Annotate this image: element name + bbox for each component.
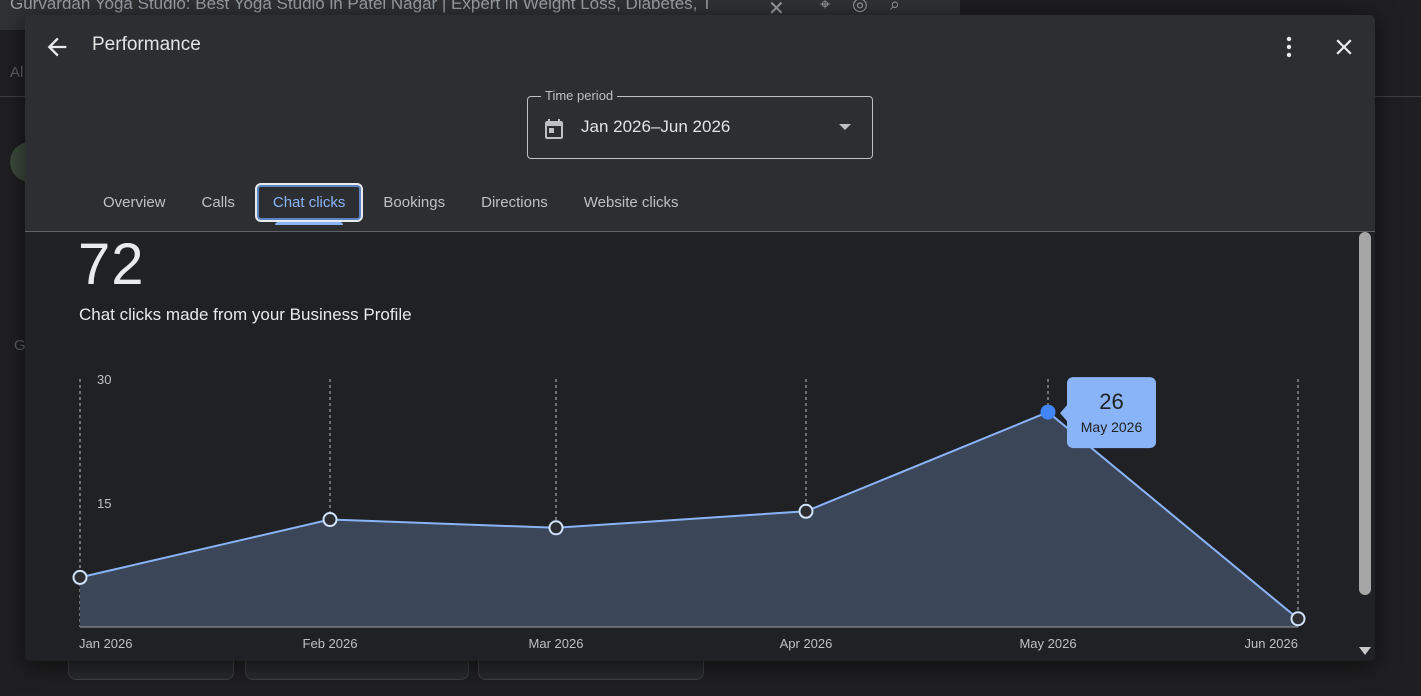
tooltip-label: May 2026 — [1081, 419, 1143, 435]
tab-website-clicks[interactable]: Website clicks — [566, 183, 697, 222]
total-count: 72 — [78, 232, 145, 297]
tab-bookings[interactable]: Bookings — [365, 183, 463, 222]
tab-label: Bookings — [383, 193, 446, 211]
background-label: G — [14, 337, 26, 354]
metric-tabs: Overview Calls Chat clicks Bookings Dire… — [85, 177, 697, 227]
tab-directions[interactable]: Directions — [463, 183, 566, 222]
arrow-back-icon — [47, 37, 67, 57]
x-tick-label: Jun 2026 — [1245, 636, 1299, 651]
y-tick-label: 15 — [97, 496, 111, 511]
chevron-down-icon — [839, 124, 851, 130]
tab-label: Calls — [201, 193, 235, 211]
scrollbar-thumb[interactable] — [1359, 232, 1371, 595]
data-point-apr-2026 — [798, 503, 814, 519]
tab-label: Overview — [103, 193, 166, 211]
background-toolbar-icons: ⌖◎⌕ — [820, 0, 922, 14]
data-point-mar-2026 — [548, 520, 564, 536]
scrollbar[interactable] — [1356, 232, 1375, 661]
tooltip-pointer — [1060, 405, 1067, 422]
tab-label: Chat clicks — [272, 193, 346, 211]
background-label: Al — [10, 64, 24, 81]
tab-chat-clicks[interactable]: Chat clicks — [254, 182, 364, 225]
background-page-title: Gurvardan Yoga Studio: Best Yoga Studio … — [10, 0, 713, 13]
data-point-jun-2026 — [1290, 611, 1306, 627]
x-tick-label: Jan 2026 — [79, 636, 133, 651]
back-button[interactable] — [43, 33, 71, 61]
time-period-value: Jan 2026–Jun 2026 — [581, 117, 731, 136]
tab-label: Directions — [481, 193, 548, 211]
tab-overview[interactable]: Overview — [85, 183, 184, 222]
dialog-title: Performance — [92, 34, 201, 55]
data-point-may-2026 — [1040, 404, 1056, 420]
data-point-feb-2026 — [322, 512, 338, 528]
calendar-icon — [545, 119, 563, 139]
active-tab-indicator — [274, 221, 344, 225]
chart-tooltip: 26 May 2026 — [1060, 377, 1156, 449]
chat-clicks-chart: 30 15 Jan 2026 Feb 2026 Mar 2026 Apr 2026 May … — [72, 372, 1306, 651]
close-button[interactable] — [1331, 34, 1357, 60]
tooltip-value: 26 — [1099, 389, 1123, 414]
y-tick-label: 30 — [97, 372, 111, 387]
more-options-button[interactable] — [1277, 34, 1301, 60]
time-period-label: Time period — [541, 88, 618, 103]
close-icon — [1336, 39, 1352, 55]
more-vert-icon — [1286, 36, 1292, 58]
time-period-select[interactable]: Time period Jan 2026–Jun 2026 — [527, 88, 873, 159]
total-description: Chat clicks made from your Business Prof… — [79, 305, 412, 324]
x-tick-label: Feb 2026 — [303, 636, 358, 651]
x-tick-label: Apr 2026 — [780, 636, 833, 651]
tab-calls[interactable]: Calls — [184, 183, 253, 222]
dialog-header: Performance Time period Jan 2026–Jun 202… — [25, 15, 1375, 232]
performance-dialog: Performance Time period Jan 2026–Jun 202… — [25, 15, 1375, 661]
tab-label: Website clicks — [583, 193, 679, 211]
data-point-jan-2026 — [72, 569, 88, 585]
scroll-down-arrow-icon[interactable] — [1359, 647, 1371, 655]
x-tick-label: May 2026 — [1019, 636, 1076, 651]
x-tick-label: Mar 2026 — [529, 636, 584, 651]
